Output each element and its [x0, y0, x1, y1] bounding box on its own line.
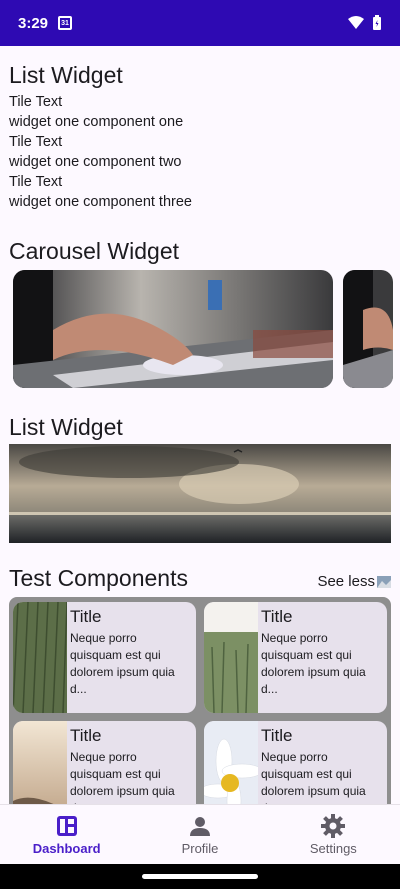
calendar-icon: 31 [58, 16, 73, 30]
card-title: Title [70, 726, 102, 745]
grass-field-image [204, 602, 258, 713]
broken-image-icon [377, 575, 391, 588]
nav-label-dashboard: Dashboard [32, 840, 101, 856]
list-widget-title: List Widget [9, 62, 123, 88]
main-content[interactable]: List Widget Tile Text widget one compone… [0, 46, 400, 804]
nav-label-settings: Settings [309, 840, 357, 856]
dashboard-icon [56, 815, 77, 836]
home-indicator[interactable] [142, 874, 258, 879]
card-description: Neque porro quisquam est qui dolorem ips… [70, 750, 175, 804]
nav-item-profile[interactable]: Profile [133, 805, 266, 864]
card-description: Neque porro quisquam est qui dolorem ips… [261, 750, 366, 804]
list-widget-title-2: List Widget [9, 414, 123, 440]
card-title: Title [70, 607, 102, 626]
list-item[interactable]: Tile Text widget one component three [0, 172, 400, 212]
component-card[interactable]: Title Neque porro quisquam est qui dolor… [13, 721, 196, 804]
see-less-label: See less [317, 573, 375, 590]
card-description: Neque porro quisquam est qui dolorem ips… [261, 631, 366, 696]
carousel-image-mixing-desk-next[interactable] [343, 270, 393, 388]
sunset-landscape-image [13, 721, 67, 804]
person-icon [189, 816, 210, 836]
tile-subtitle: widget one component two [9, 154, 182, 170]
card-title: Title [261, 607, 293, 626]
test-components-header: Test Components See less [0, 563, 400, 593]
tile-title: Tile Text [9, 174, 63, 190]
gesture-bar-area [0, 864, 400, 889]
see-less-button[interactable]: See less [317, 573, 391, 590]
component-card[interactable]: Title Neque porro quisquam est qui dolor… [13, 602, 196, 713]
nav-item-settings[interactable]: Settings [267, 805, 400, 864]
battery-icon [373, 15, 381, 30]
tile-subtitle: widget one component one [9, 114, 184, 130]
tile-title: Tile Text [9, 134, 63, 150]
list-item[interactable]: Tile Text widget one component two [0, 132, 400, 172]
status-time: 3:29 [18, 14, 49, 32]
status-bar: 3:29 31 [0, 0, 400, 46]
carousel-image-mixing-desk[interactable] [13, 270, 333, 388]
component-card[interactable]: Title Neque porro quisquam est qui dolor… [204, 721, 387, 804]
nav-item-dashboard[interactable]: Dashboard [0, 805, 133, 864]
test-components-grid[interactable]: Title Neque porro quisquam est qui dolor… [9, 597, 391, 804]
card-description: Neque porro quisquam est qui dolorem ips… [70, 631, 175, 696]
gear-icon [321, 813, 346, 838]
bottom-navigation: Dashboard Profile Settings [0, 804, 400, 864]
wheat-field-image [13, 602, 67, 713]
component-card[interactable]: Title Neque porro quisquam est qui dolor… [204, 602, 387, 713]
tile-title: Tile Text [9, 94, 63, 110]
carousel[interactable] [0, 270, 400, 388]
seascape-image [9, 444, 391, 543]
daisy-flower-image [204, 721, 258, 804]
list-item[interactable]: Tile Text widget one component one [0, 92, 400, 132]
nav-label-profile: Profile [181, 840, 219, 856]
card-title: Title [261, 726, 293, 745]
test-components-title: Test Components [9, 565, 188, 591]
carousel-widget-title: Carousel Widget [9, 238, 180, 264]
tile-subtitle: widget one component three [9, 194, 192, 210]
wifi-icon [348, 16, 364, 29]
